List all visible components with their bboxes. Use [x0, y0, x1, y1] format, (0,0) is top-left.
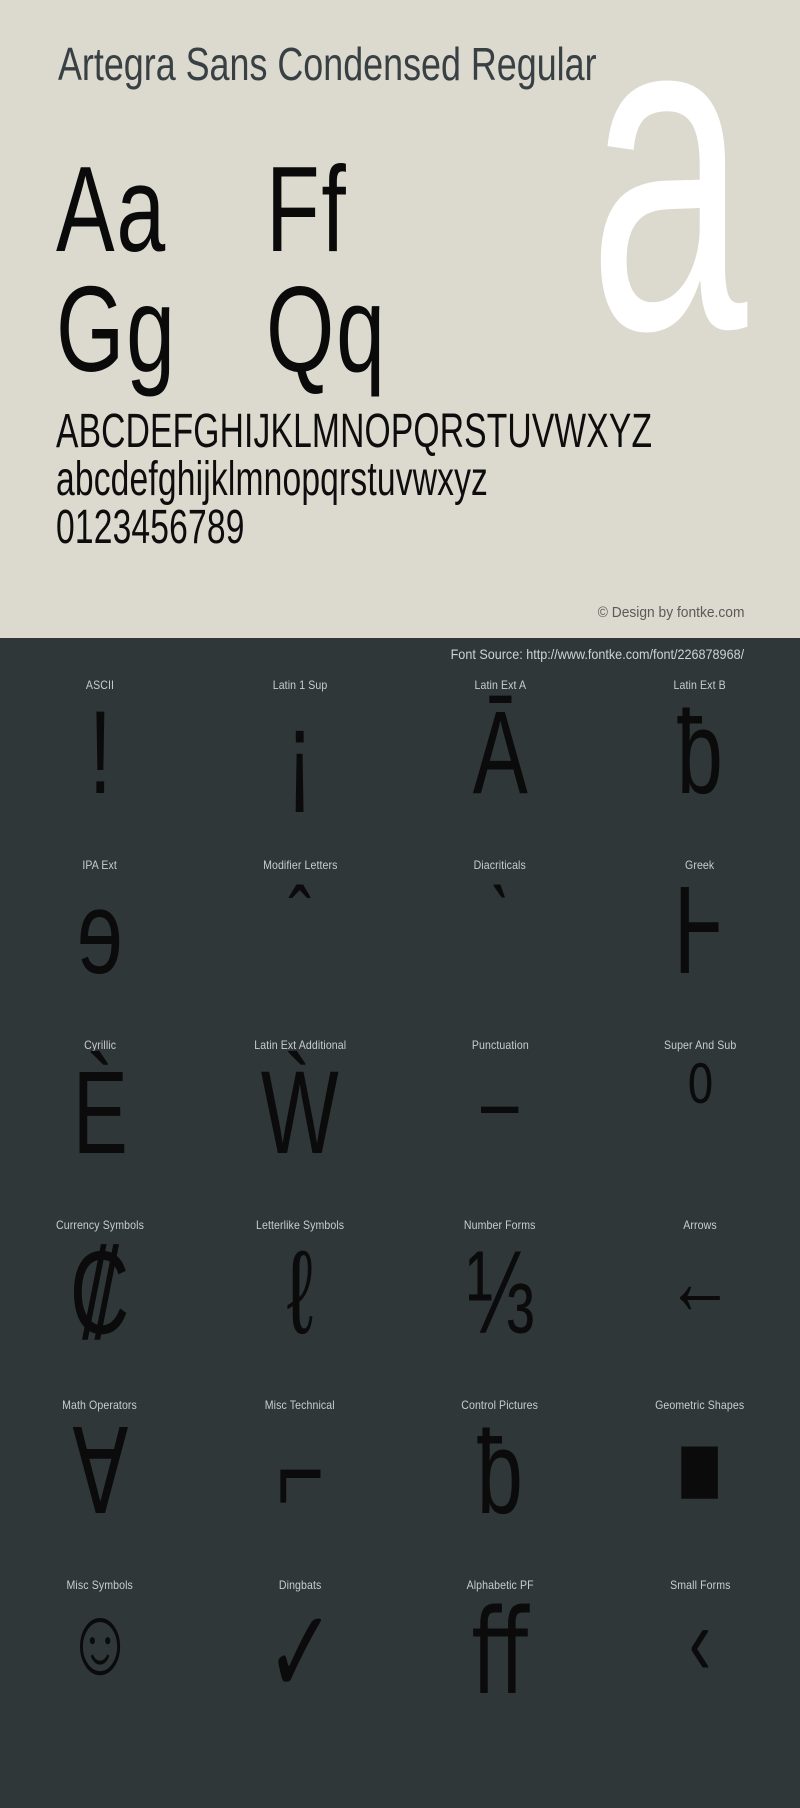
sample-pair-aa: Aa: [56, 141, 167, 277]
sample-letter-row: Aa Ff: [56, 141, 476, 277]
unicode-block-cell[interactable]: Arrows ←: [600, 1212, 800, 1392]
check-mark-glyph: ✓: [265, 1587, 335, 1719]
w-grave-glyph: Ẁ: [261, 1047, 339, 1179]
unicode-block-cell[interactable]: Latin 1 Sup ¡: [200, 672, 400, 852]
specimen-preview-panel: a Artegra Sans Condensed Regular Aa Ff G…: [0, 0, 800, 638]
inverted-exclamation-glyph: ¡: [286, 687, 314, 819]
unicode-block-cell[interactable]: Number Forms ⅓: [400, 1212, 600, 1392]
unicode-block-cell[interactable]: Cyrillic Ѐ: [0, 1032, 200, 1212]
unicode-block-cell[interactable]: Latin Ext AĀ: [400, 672, 600, 852]
unicode-blocks-panel: Font Source: http://www.fontke.com/font/…: [0, 638, 800, 1808]
unicode-block-cell[interactable]: Modifier Letters ˆ: [200, 852, 400, 1032]
b-with-stroke-glyph: ƀ: [677, 687, 723, 819]
a-macron-glyph: Ā: [472, 687, 528, 819]
en-dash-glyph: –: [481, 1048, 519, 1155]
cyrillic-ie-grave-glyph: Ѐ: [72, 1047, 128, 1179]
unicode-block-cell[interactable]: Greek Ͱ: [600, 852, 800, 1032]
unicode-block-cell[interactable]: Latin Ext Additional Ẁ: [200, 1032, 400, 1212]
unicode-block-cell[interactable]: Latin Ext Bƀ: [600, 672, 800, 852]
digits-row: 0123456789: [56, 501, 245, 554]
one-third-fraction-glyph: ⅓: [465, 1227, 535, 1359]
unicode-block-cell[interactable]: IPA Ext ɘ: [0, 852, 200, 1032]
script-small-l-glyph: ℓ: [286, 1227, 314, 1359]
unicode-block-cell[interactable]: Alphabetic PF ﬀ: [400, 1572, 600, 1752]
unicode-block-cell[interactable]: Currency Symbols ₡: [0, 1212, 200, 1392]
lowercase-alphabet: abcdefghijklmnopqrstuvwxyz: [56, 453, 489, 506]
ff-ligature-glyph: ﬀ: [471, 1587, 529, 1719]
font-title: Artegra Sans Condensed Regular: [58, 38, 597, 90]
unicode-block-cell[interactable]: Letterlike Symbols ℓ: [200, 1212, 400, 1392]
reversed-e-glyph: ɘ: [77, 867, 123, 999]
watermark-letter-a: a: [589, 0, 748, 426]
grave-accent-glyph: ˋ: [488, 868, 512, 975]
b-with-stroke-glyph: ƀ: [477, 1407, 523, 1539]
colon-currency-glyph: ₡: [70, 1227, 130, 1359]
sample-pair-gg: Gg: [56, 261, 177, 397]
left-arrow-glyph: ←: [666, 1228, 734, 1335]
sample-pair-ff: Ff: [266, 141, 348, 277]
font-source-link[interactable]: Font Source: http://www.fontke.com/font/…: [451, 646, 744, 662]
sample-letter-row: Gg Qq: [56, 261, 476, 397]
unicode-block-cell[interactable]: Small Forms ‹: [600, 1572, 800, 1752]
unicode-block-cell[interactable]: Dingbats ✓: [200, 1572, 400, 1752]
superscript-zero-glyph: ⁰: [686, 1048, 714, 1155]
unicode-block-cell[interactable]: Diacriticals ˋ: [400, 852, 600, 1032]
uppercase-alphabet: ABCDEFGHIJKLMNOPQRSTUVWXYZ: [56, 405, 653, 458]
for-all-glyph: ∀: [71, 1407, 129, 1539]
single-left-angle-quote-glyph: ‹: [688, 1588, 712, 1695]
unicode-block-cell[interactable]: Control Pictures ƀ: [400, 1392, 600, 1572]
sample-letter-grid: Aa Ff Gg Qq: [56, 141, 476, 397]
unicode-block-cell[interactable]: Super And Sub ⁰: [600, 1032, 800, 1212]
unicode-block-cell[interactable]: ASCII!: [0, 672, 200, 852]
unicode-block-grid: ASCII! Latin 1 Sup ¡ Latin Ext A Ā Latin Ext …: [0, 672, 800, 1752]
unicode-block-cell[interactable]: Misc Technical ⌐: [200, 1392, 400, 1572]
unicode-block-cell[interactable]: Geometric Shapes ■: [600, 1392, 800, 1572]
sample-pair-qq: Qq: [266, 261, 387, 397]
unicode-block-cell[interactable]: Misc Symbols ☺: [0, 1572, 200, 1752]
copyright-notice: © Design by fontke.com: [597, 604, 744, 621]
circumflex-accent-glyph: ˆ: [288, 868, 312, 975]
smiling-face-glyph: ☺: [65, 1588, 135, 1695]
unicode-block-cell[interactable]: Punctuation –: [400, 1032, 600, 1212]
reversed-not-sign-glyph: ⌐: [275, 1407, 325, 1539]
greek-heta-glyph: Ͱ: [672, 867, 728, 999]
filled-square-glyph: ■: [677, 1407, 723, 1528]
unicode-block-cell[interactable]: Math Operators ∀: [0, 1392, 200, 1572]
exclamation-mark-glyph: !: [88, 687, 112, 819]
